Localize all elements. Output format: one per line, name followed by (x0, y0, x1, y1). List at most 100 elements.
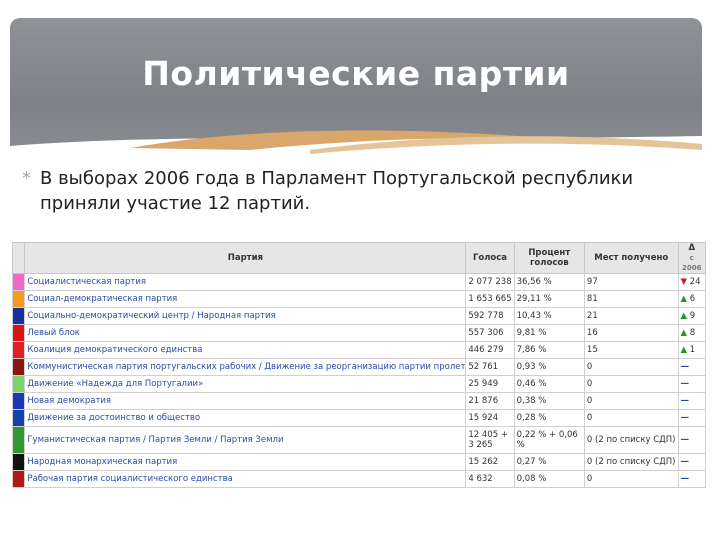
delta-cell: — (677, 453, 706, 471)
delta-cell: — (677, 426, 706, 454)
party-color-swatch (11, 290, 26, 308)
percent-cell: 10,43 % (513, 307, 585, 325)
delta-dash: — (680, 457, 690, 467)
table-row: Рабочая партия социалистического единств… (11, 470, 706, 488)
party-name-link[interactable]: Гуманистическая партия / Партия Земли / … (24, 426, 467, 454)
delta-dash: — (680, 435, 690, 445)
delta-dash: — (680, 474, 690, 484)
arrow-down-icon: ▼ (680, 277, 688, 287)
votes-cell: 592 778 (465, 307, 515, 325)
delta-value: 8 (689, 328, 696, 338)
slide-header: Политические партии (10, 18, 702, 166)
seats-cell: 16 (583, 324, 679, 342)
delta-cell: — (677, 375, 706, 393)
percent-cell: 0,46 % (513, 375, 585, 393)
delta-dash: — (680, 396, 690, 406)
delta-dash: — (680, 362, 690, 372)
delta-cell: — (677, 409, 706, 427)
delta-cell: — (677, 358, 706, 376)
party-color-swatch (11, 307, 26, 325)
slide-title: Политические партии (142, 54, 570, 93)
delta-cell: ▲ 8 (677, 324, 706, 342)
bullet-paragraph: * В выборах 2006 года в Парламент Португ… (22, 166, 640, 216)
seats-cell: 15 (583, 341, 679, 359)
percent-cell: 7,86 % (513, 341, 585, 359)
table-body: Социалистическая партия 2 077 238 36,56 % 9… (11, 273, 706, 488)
table-row: Движение «Надежда для Португалии» 25 949 0… (11, 375, 706, 393)
table-row: Социально-демократический центр / Народн… (11, 307, 706, 325)
seats-cell: 0 (583, 392, 679, 410)
votes-cell: 446 279 (465, 341, 515, 359)
party-name-link[interactable]: Движение за достоинство и общество (24, 409, 467, 427)
seats-cell: 0 (583, 470, 679, 488)
percent-cell: 29,11 % (513, 290, 585, 308)
votes-cell: 15 262 (465, 453, 515, 471)
delta-value: 6 (689, 294, 696, 304)
party-name-link[interactable]: Коммунистическая партия португальских ра… (24, 358, 467, 376)
party-name-link[interactable]: Рабочая партия социалистического единств… (24, 470, 467, 488)
votes-cell: 4 632 (465, 470, 515, 488)
table-row: Коммунистическая партия португальских ра… (11, 358, 706, 376)
header-delta-sub: с 2006 (682, 254, 702, 272)
party-name-link[interactable]: Новая демократия (24, 392, 467, 410)
votes-cell: 12 405 + 3 265 (465, 426, 515, 454)
percent-cell: 36,56 % (513, 273, 585, 291)
party-name-link[interactable]: Народная монархическая партия (24, 453, 467, 471)
party-color-swatch (11, 453, 26, 471)
seats-cell: 97 (583, 273, 679, 291)
delta-cell: — (677, 470, 706, 488)
party-name-link[interactable]: Левый блок (24, 324, 467, 342)
percent-cell: 0,27 % (513, 453, 585, 471)
percent-cell: 0,93 % (513, 358, 585, 376)
votes-cell: 25 949 (465, 375, 515, 393)
party-name-link[interactable]: Социалистическая партия (24, 273, 467, 291)
table-header-row: Партия Голоса Процент голосов Мест получ… (11, 242, 706, 274)
party-color-swatch (11, 324, 26, 342)
votes-cell: 52 761 (465, 358, 515, 376)
delta-value: 24 (689, 277, 701, 287)
delta-cell: ▲ 9 (677, 307, 706, 325)
seats-cell: 81 (583, 290, 679, 308)
party-name-link[interactable]: Движение «Надежда для Португалии» (24, 375, 467, 393)
delta-cell: ▼ 24 (677, 273, 706, 291)
arrow-up-icon: ▲ (680, 328, 688, 338)
header-swoosh-decoration (10, 130, 702, 166)
percent-cell: 0,38 % (513, 392, 585, 410)
seats-cell: 21 (583, 307, 679, 325)
votes-cell: 557 306 (465, 324, 515, 342)
table-row: Движение за достоинство и общество 15 924… (11, 409, 706, 427)
party-name-link[interactable]: Социал-демократическая партия (24, 290, 467, 308)
party-color-swatch (11, 341, 26, 359)
table-row: Коалиция демократического единства 446 27… (11, 341, 706, 359)
percent-cell: 0,08 % (513, 470, 585, 488)
percent-cell: 0,28 % (513, 409, 585, 427)
table-row: Социалистическая партия 2 077 238 36,56 % 9… (11, 273, 706, 291)
table-row: Левый блок 557 306 9,81 % 16 ▲ 8 (11, 324, 706, 342)
votes-cell: 21 876 (465, 392, 515, 410)
party-color-swatch (11, 409, 26, 427)
header-delta-symbol: Δ (688, 243, 696, 253)
party-color-swatch (11, 375, 26, 393)
header-party: Партия (24, 242, 467, 274)
delta-dash: — (680, 413, 690, 423)
percent-cell: 9,81 % (513, 324, 585, 342)
header-delta: Δ с 2006 (677, 242, 706, 274)
table-row: Гуманистическая партия / Партия Земли / … (11, 426, 706, 454)
party-name-link[interactable]: Коалиция демократического единства (24, 341, 467, 359)
header-percent: Процент голосов (513, 242, 585, 274)
party-color-swatch (11, 358, 26, 376)
table-row: Народная монархическая партия 15 262 0,27 … (11, 453, 706, 471)
votes-cell: 15 924 (465, 409, 515, 427)
parties-table: Партия Голоса Процент голосов Мест получ… (11, 242, 706, 488)
party-color-swatch (11, 392, 26, 410)
votes-cell: 1 653 665 (465, 290, 515, 308)
header-votes: Голоса (465, 242, 515, 274)
party-color-swatch (11, 470, 26, 488)
arrow-up-icon: ▲ (680, 311, 688, 321)
seats-cell: 0 (583, 358, 679, 376)
arrow-up-icon: ▲ (680, 345, 688, 355)
percent-cell: 0,22 % + 0,06 % (513, 426, 585, 454)
table-row: Новая демократия 21 876 0,38 % 0— (11, 392, 706, 410)
seats-cell: 0 (2 по списку СДП) (583, 426, 679, 454)
party-name-link[interactable]: Социально-демократический центр / Народн… (24, 307, 467, 325)
